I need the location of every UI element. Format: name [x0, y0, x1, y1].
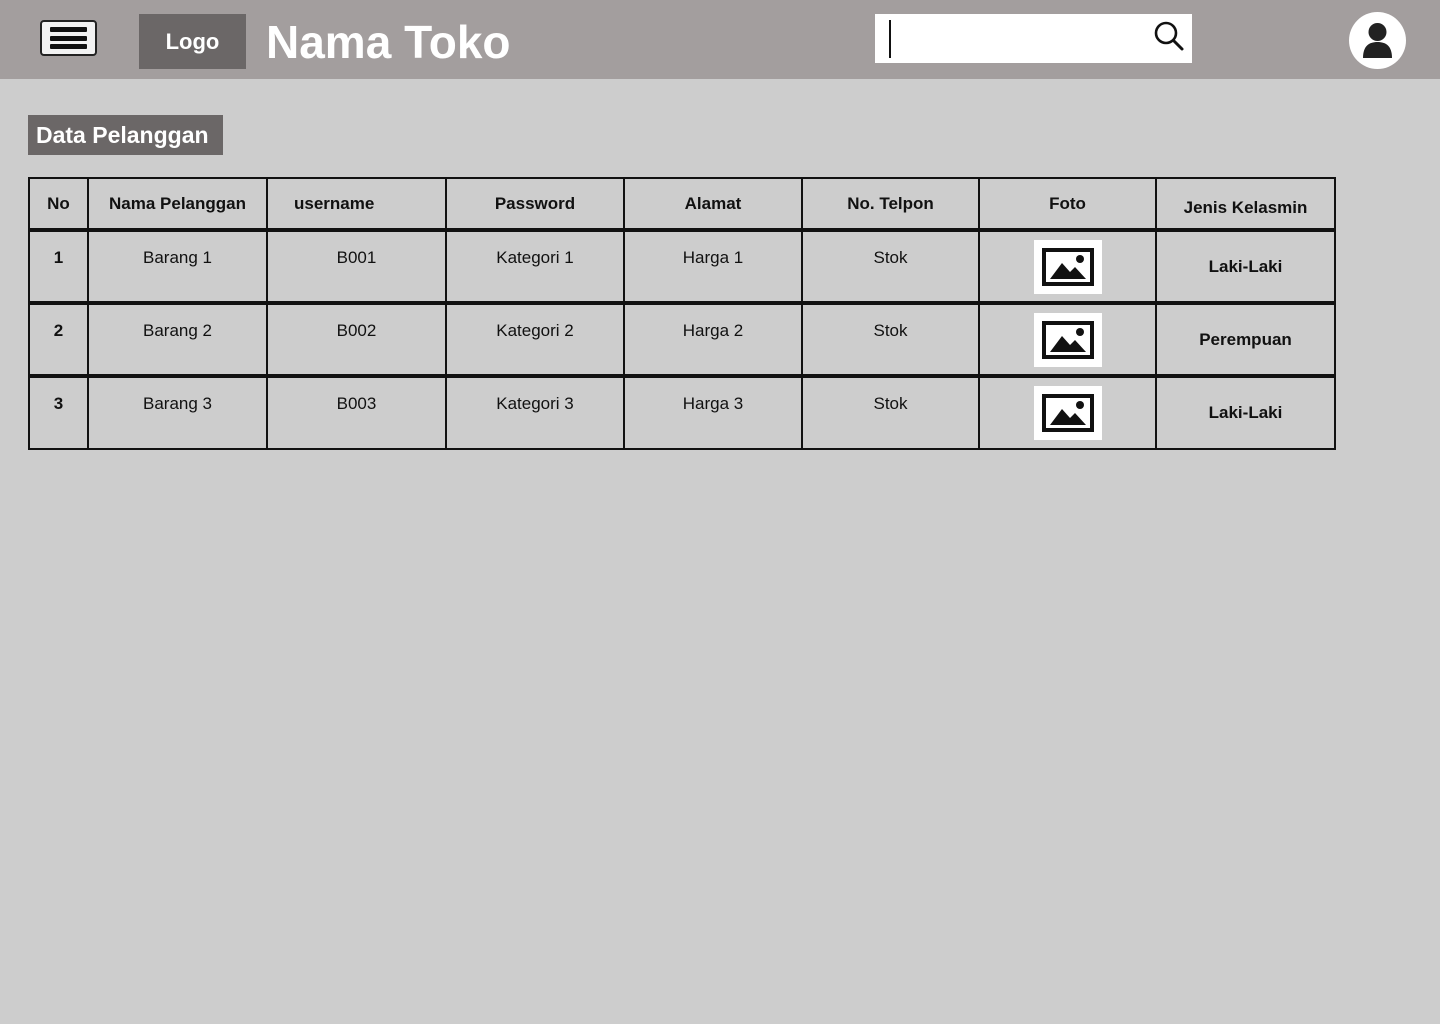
cell-name: Barang 1 — [87, 229, 268, 305]
cell-photo — [978, 302, 1157, 378]
column-header-address: Alamat — [623, 177, 803, 232]
cell-password: Kategori 3 — [445, 375, 625, 450]
image-icon — [1041, 394, 1094, 432]
table-row[interactable]: 3 Barang 3 B003 Kategori 3 Harga 3 Stok … — [28, 375, 1336, 450]
cell-phone: Stok — [801, 229, 980, 305]
top-bar: Logo Nama Toko — [0, 0, 1440, 79]
logo[interactable]: Logo — [139, 14, 246, 69]
column-header-phone: No. Telpon — [801, 177, 980, 232]
table-row[interactable]: 1 Barang 1 B001 Kategori 1 Harga 1 Stok … — [28, 229, 1336, 305]
column-header-name: Nama Pelanggan — [87, 177, 268, 232]
cell-gender: Laki-Laki — [1155, 229, 1336, 305]
store-name: Nama Toko — [266, 16, 511, 68]
table-header-row: No Nama Pelanggan username Password Alam… — [28, 177, 1336, 232]
cell-photo — [978, 375, 1157, 450]
cell-username: B002 — [266, 302, 447, 378]
column-header-password: Password — [445, 177, 625, 232]
cell-address: Harga 1 — [623, 229, 803, 305]
column-header-gender: Jenis Kelasmin — [1155, 177, 1336, 232]
customer-table: No Nama Pelanggan username Password Alam… — [28, 177, 1336, 450]
cell-gender: Perempuan — [1155, 302, 1336, 378]
page-title: Data Pelanggan — [28, 115, 223, 155]
cell-no: 1 — [28, 229, 89, 305]
search-box[interactable] — [875, 14, 1192, 63]
cell-password: Kategori 1 — [445, 229, 625, 305]
hamburger-line — [50, 35, 87, 41]
column-header-photo: Foto — [978, 177, 1157, 232]
cell-username: B001 — [266, 229, 447, 305]
table-row[interactable]: 2 Barang 2 B002 Kategori 2 Harga 2 Stok … — [28, 302, 1336, 378]
cell-phone: Stok — [801, 302, 980, 378]
photo-thumbnail[interactable] — [1033, 313, 1102, 367]
cell-name: Barang 2 — [87, 302, 268, 378]
hamburger-line — [50, 44, 87, 49]
hamburger-menu-icon — [50, 27, 87, 32]
user-avatar-icon — [1363, 23, 1392, 58]
image-icon — [1041, 321, 1094, 359]
search-icon[interactable] — [1153, 20, 1185, 52]
cell-name: Barang 3 — [87, 375, 268, 450]
column-header-username: username — [266, 177, 447, 232]
image-icon — [1041, 248, 1094, 286]
cell-address: Harga 2 — [623, 302, 803, 378]
cell-password: Kategori 2 — [445, 302, 625, 378]
column-header-no: No — [28, 177, 89, 232]
cell-gender: Laki-Laki — [1155, 375, 1336, 450]
search-input[interactable] — [887, 20, 1146, 59]
photo-thumbnail[interactable] — [1033, 386, 1102, 440]
cell-username: B003 — [266, 375, 447, 450]
cell-photo — [978, 229, 1157, 305]
cell-no: 2 — [28, 302, 89, 378]
cell-address: Harga 3 — [623, 375, 803, 450]
user-avatar-button[interactable] — [1349, 12, 1406, 69]
hamburger-menu-button[interactable] — [40, 20, 97, 56]
cell-no: 3 — [28, 375, 89, 450]
cell-phone: Stok — [801, 375, 980, 450]
photo-thumbnail[interactable] — [1033, 240, 1102, 294]
